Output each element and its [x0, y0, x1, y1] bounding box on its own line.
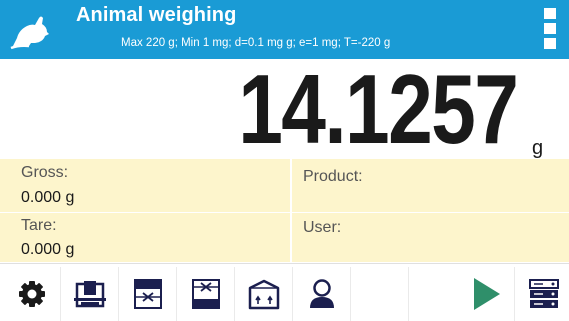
cancel-low-limit-button[interactable]	[120, 267, 177, 321]
start-play-icon	[474, 278, 500, 310]
start-button[interactable]	[458, 267, 515, 321]
product-label: Product:	[303, 168, 363, 185]
tare-label: Tare:	[21, 217, 57, 234]
cancel-high-limit-button[interactable]	[178, 267, 235, 321]
scale-specs: Max 220 g; Min 1 mg; d=0.1 mg g; e=1 mg;…	[121, 37, 391, 49]
info-panel: Gross: 0.000 g Tare: 0.000 g Product: Us…	[0, 159, 569, 262]
cancel-low-limit-icon	[134, 279, 162, 309]
balance-scale-icon	[74, 281, 106, 308]
vertical-dots-menu-icon[interactable]	[540, 8, 560, 52]
weight-value: 14.1257	[237, 54, 519, 164]
weight-unit: g	[532, 137, 544, 159]
database-button[interactable]	[516, 267, 569, 321]
divider	[290, 159, 292, 262]
packaging-tare-button[interactable]	[236, 267, 293, 321]
empty-button-1[interactable]	[352, 267, 409, 321]
settings-button[interactable]	[4, 267, 61, 321]
gross-value: 0.000 g	[21, 189, 75, 206]
bottom-toolbar	[0, 263, 569, 321]
app-title: Animal weighing	[76, 4, 237, 26]
divider	[0, 212, 569, 213]
top-bar: Animal weighing Max 220 g; Min 1 mg; d=0…	[0, 0, 569, 59]
gross-label: Gross:	[21, 164, 69, 181]
weight-display: 14.1257 g	[0, 54, 569, 164]
adjustment-button[interactable]	[62, 267, 119, 321]
tare-value: 0.000 g	[21, 241, 75, 258]
cancel-high-limit-icon	[192, 279, 220, 309]
package-tare-icon	[248, 279, 280, 310]
database-icon	[529, 279, 559, 308]
settings-gear-icon	[19, 281, 45, 307]
user-button[interactable]	[294, 267, 351, 321]
mouse-icon	[10, 16, 49, 50]
user-icon	[310, 279, 334, 308]
user-label: User:	[303, 219, 342, 236]
